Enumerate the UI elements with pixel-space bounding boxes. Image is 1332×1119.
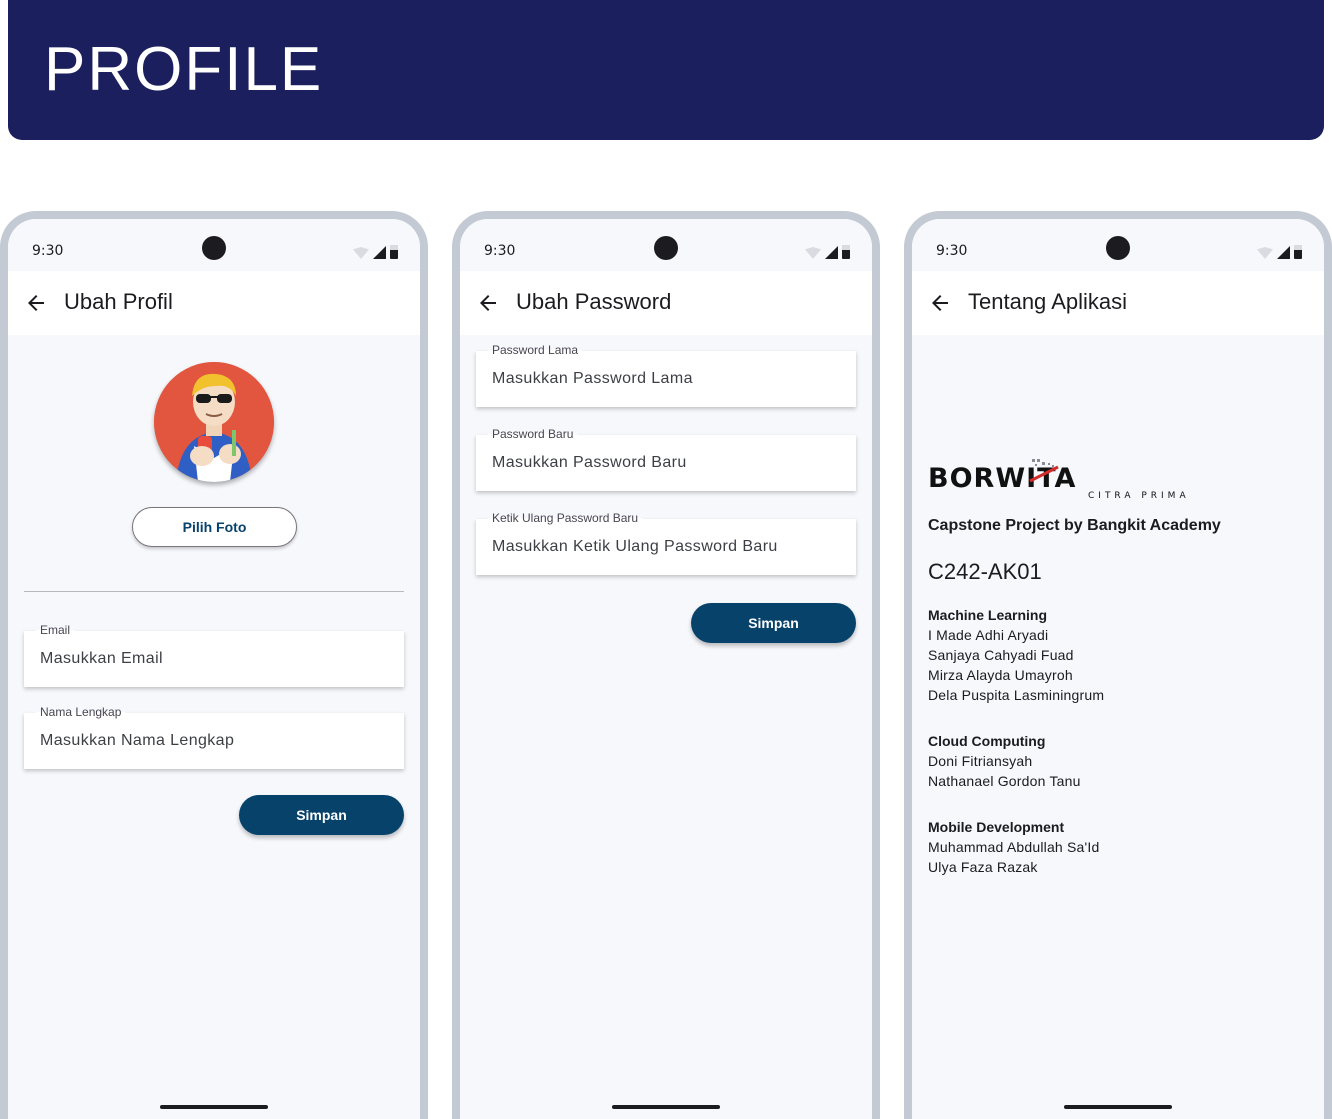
email-field: Email xyxy=(24,623,404,687)
signal-icon xyxy=(825,246,838,259)
camera-cutout xyxy=(202,236,226,260)
status-time: 9:30 xyxy=(484,243,516,259)
status-bar: 9:30 xyxy=(912,219,1324,271)
screen-title: Tentang Aplikasi xyxy=(968,289,1127,314)
logo-sub-text: CITRA PRIMA xyxy=(1088,491,1190,501)
system-icons xyxy=(805,245,850,259)
section-title: Mobile Development xyxy=(928,819,1065,835)
signal-icon xyxy=(1277,246,1290,259)
member-name: Doni Fitriansyah xyxy=(928,753,1033,769)
battery-icon xyxy=(390,245,398,259)
system-icons xyxy=(1257,245,1302,259)
member-name: Dela Puspita Lasminingrum xyxy=(928,687,1105,703)
old-password-input[interactable] xyxy=(476,351,856,407)
pick-photo-button[interactable]: Pilih Foto xyxy=(132,507,297,547)
status-bar: 9:30 xyxy=(8,219,420,271)
home-indicator[interactable] xyxy=(160,1105,268,1109)
page-title: PROFILE xyxy=(44,35,324,104)
new-password-field: Password Baru xyxy=(476,427,856,491)
status-bar: 9:30 xyxy=(460,219,872,271)
member-name: Mirza Alayda Umayroh xyxy=(928,667,1073,683)
section-title: Machine Learning xyxy=(928,607,1048,623)
arrow-back-icon[interactable] xyxy=(476,291,500,315)
arrow-back-icon[interactable] xyxy=(928,291,952,315)
email-input[interactable] xyxy=(24,631,404,687)
wifi-icon xyxy=(805,247,821,259)
member-name: Ulya Faza Razak xyxy=(928,859,1038,875)
screen-title: Ubah Profil xyxy=(64,289,173,314)
camera-cutout xyxy=(1106,236,1130,260)
team-code: C242-AK01 xyxy=(928,559,1042,584)
team-section-md: Mobile Development Muhammad Abdullah Sa'… xyxy=(928,817,1100,877)
status-time: 9:30 xyxy=(32,243,64,259)
new-password-input[interactable] xyxy=(476,435,856,491)
home-indicator[interactable] xyxy=(612,1105,720,1109)
save-button[interactable]: Simpan xyxy=(239,795,404,835)
top-app-bar: Ubah Profil xyxy=(8,271,420,335)
avatar xyxy=(154,362,274,482)
screen-title: Ubah Password xyxy=(516,289,672,314)
full-name-input[interactable] xyxy=(24,713,404,769)
save-button[interactable]: Simpan xyxy=(691,603,856,643)
camera-cutout xyxy=(654,236,678,260)
confirm-password-input[interactable] xyxy=(476,519,856,575)
section-divider xyxy=(24,591,404,592)
wifi-icon xyxy=(1257,247,1273,259)
wifi-icon xyxy=(353,247,369,259)
team-section-ml: Machine Learning I Made Adhi Aryadi Sanj… xyxy=(928,605,1104,705)
confirm-password-field: Ketik Ulang Password Baru xyxy=(476,511,856,575)
top-app-bar: Tentang Aplikasi xyxy=(912,271,1324,335)
phone-frame-edit-profile: 9:30 Ubah Profil Pilih Foto Email Masukk… xyxy=(0,211,428,1119)
member-name: Nathanael Gordon Tanu xyxy=(928,773,1081,789)
top-app-bar: Ubah Password xyxy=(460,271,872,335)
battery-icon xyxy=(1294,245,1302,259)
screen-edit-profile: 9:30 Ubah Profil Pilih Foto Email Masukk… xyxy=(8,219,420,1119)
screen-change-password: 9:30 Ubah Password Password Lama Passwor… xyxy=(460,219,872,1119)
home-indicator[interactable] xyxy=(1064,1105,1172,1109)
member-name: Sanjaya Cahyadi Fuad xyxy=(928,647,1074,663)
arrow-back-icon[interactable] xyxy=(24,291,48,315)
old-password-field: Password Lama xyxy=(476,343,856,407)
battery-icon xyxy=(842,245,850,259)
borwita-logo: BORWITA CITRA PRIMA xyxy=(928,459,1190,501)
screen-about: 9:30 Tentang Aplikasi BORWITA CITRA PRIM… xyxy=(912,219,1324,1119)
full-name-field: Nama Lengkap xyxy=(24,705,404,769)
member-name: Muhammad Abdullah Sa'Id xyxy=(928,839,1100,855)
header-banner: PROFILE xyxy=(8,0,1324,140)
phone-frame-change-password: 9:30 Ubah Password Password Lama Passwor… xyxy=(452,211,880,1119)
section-title: Cloud Computing xyxy=(928,733,1046,749)
system-icons xyxy=(353,245,398,259)
member-name: I Made Adhi Aryadi xyxy=(928,627,1049,643)
team-section-cc: Cloud Computing Doni Fitriansyah Nathana… xyxy=(928,731,1081,791)
about-heading: Capstone Project by Bangkit Academy xyxy=(928,517,1221,534)
avatar-illustration xyxy=(154,362,274,482)
signal-icon xyxy=(373,246,386,259)
phone-frame-about: 9:30 Tentang Aplikasi BORWITA CITRA PRIM… xyxy=(904,211,1332,1119)
status-time: 9:30 xyxy=(936,243,968,259)
